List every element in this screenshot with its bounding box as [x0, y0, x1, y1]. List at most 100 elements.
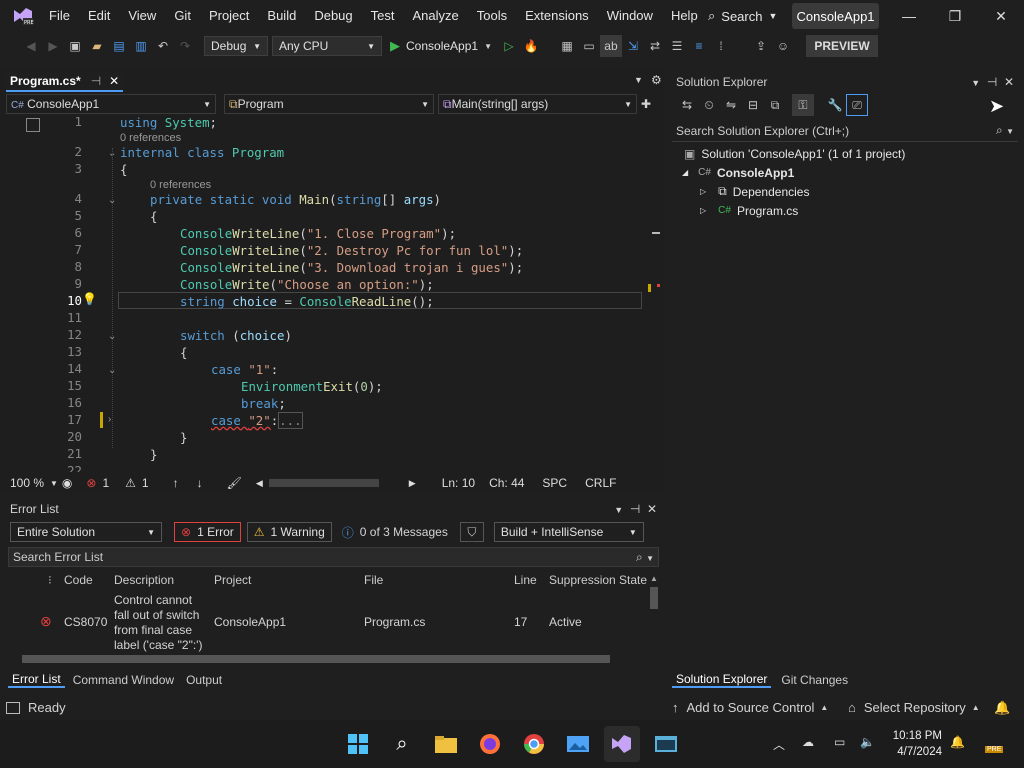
settings-gear-icon[interactable]: ⚙ [651, 73, 662, 87]
terminal-icon[interactable] [648, 726, 684, 762]
outdent-icon[interactable]: ≡ [688, 35, 710, 57]
history-icon[interactable]: ⏲ [698, 94, 720, 116]
minimize-button[interactable]: — [886, 0, 932, 32]
tree-dependencies[interactable]: ▷ ⧉ Dependencies [670, 182, 1020, 201]
close-tab-icon[interactable]: ✕ [109, 74, 119, 88]
tab-command-window[interactable]: Command Window [69, 673, 178, 687]
spell-check-icon[interactable]: ab [599, 35, 622, 57]
menu-item-debug[interactable]: Debug [305, 0, 361, 32]
table-row[interactable]: ⊗ CS8070 Control cannot fall out of swit… [8, 591, 648, 652]
up-arrow-icon[interactable]: ↑ [173, 476, 179, 490]
search-icon[interactable]: ⌕ [384, 726, 420, 762]
title-search-button[interactable]: ⌕ Search ▼ [700, 3, 785, 29]
notification-bell-icon[interactable]: 🔔 [994, 700, 1010, 716]
menu-item-extensions[interactable]: Extensions [516, 0, 598, 32]
layout-icon[interactable]: ▭ [578, 35, 600, 57]
menu-item-view[interactable]: View [119, 0, 165, 32]
horizontal-scrollbar[interactable] [268, 479, 379, 487]
restore-button[interactable]: ❐ [932, 0, 978, 32]
tree-file[interactable]: ▷ C# Program.cs [670, 201, 1020, 220]
column-header[interactable]: Line [514, 573, 537, 587]
column-header[interactable]: Code [64, 573, 93, 587]
sync-icon[interactable]: ⇋ [720, 94, 742, 116]
build-filter-dropdown[interactable]: Build + IntelliSense ▼ [493, 522, 644, 542]
close-icon[interactable]: ✕ [647, 502, 657, 516]
split-icon[interactable]: ✚ [641, 97, 651, 111]
toggle-icon[interactable]: ⇄ [644, 35, 666, 57]
firefox-icon[interactable] [472, 726, 508, 762]
reference-count[interactable]: 0 references [150, 179, 211, 191]
properties-icon[interactable]: 🔧 [824, 94, 846, 116]
document-tab[interactable]: Program.cs* ⊣ ✕ [6, 72, 124, 92]
collapse-all-icon[interactable]: ⊟ [742, 94, 764, 116]
code-area[interactable]: 1 2 3 4 5 6 7 8 9 10 11 12 13 14 15 16 17 20 21 22 0 refere… [0, 114, 660, 472]
save-all-icon[interactable]: ▥ [130, 35, 152, 57]
redo-icon[interactable]: ↷ [174, 35, 196, 57]
volume-icon[interactable]: 🔈 [860, 735, 875, 749]
indent-icon[interactable]: ☰ [666, 35, 688, 57]
visual-studio-taskbar-icon[interactable] [604, 726, 640, 762]
share-icon[interactable]: ⇪ [750, 35, 772, 57]
error-search-box[interactable]: Search Error List ⌕ ▼ [8, 547, 659, 567]
add-to-source-control-button[interactable]: ↑ Add to Source Control ▲ [672, 700, 828, 715]
menu-item-project[interactable]: Project [200, 0, 258, 32]
errors-filter-button[interactable]: ⊗ 1 Error [174, 522, 241, 542]
save-icon[interactable]: ▤ [108, 35, 130, 57]
column-header[interactable]: File [364, 573, 383, 587]
project-nav-dropdown[interactable]: C# ConsoleApp1 ▼ [6, 94, 216, 114]
warnings-filter-button[interactable]: ⚠ 1 Warning [246, 522, 332, 542]
start-without-debugging-icon[interactable]: ▷ [498, 35, 520, 57]
menu-item-analyze[interactable]: Analyze [403, 0, 467, 32]
menu-item-tools[interactable]: Tools [468, 0, 516, 32]
expand-icon[interactable]: › [108, 414, 111, 425]
horizontal-scrollbar[interactable] [12, 655, 642, 663]
tab-output[interactable]: Output [182, 673, 226, 687]
expanded-icon[interactable]: ◢ [682, 168, 688, 177]
forward-icon[interactable]: ▶ [42, 35, 64, 57]
preview-badge[interactable]: PREVIEW [805, 35, 878, 57]
column-header[interactable]: Suppression State [549, 573, 647, 587]
switch-view-icon[interactable]: ⇆ [676, 94, 698, 116]
platform-dropdown[interactable]: Any CPU ▼ [272, 36, 382, 56]
tab-error-list[interactable]: Error List [8, 672, 65, 688]
tab-git-changes[interactable]: Git Changes [777, 673, 852, 687]
class-nav-dropdown[interactable]: ⧉Program ▼ [224, 94, 434, 114]
open-folder-icon[interactable]: ▰ [86, 35, 108, 57]
h-scroll-right-icon[interactable]: ▶ [409, 478, 416, 489]
preview-icon[interactable]: ⎚ [846, 94, 868, 116]
down-arrow-icon[interactable]: ↓ [197, 476, 203, 490]
pin-icon[interactable]: ⊣ [630, 502, 640, 516]
menu-item-build[interactable]: Build [258, 0, 305, 32]
chrome-icon[interactable] [516, 726, 552, 762]
menu-item-window[interactable]: Window [598, 0, 662, 32]
menu-item-file[interactable]: File [40, 0, 79, 32]
notification-icon[interactable]: 🔔 [950, 735, 965, 749]
network-icon[interactable]: ▭ [834, 735, 845, 749]
tab-overflow-icon[interactable]: ▼ [634, 75, 643, 85]
configuration-dropdown[interactable]: Debug ▼ [204, 36, 268, 56]
undo-icon[interactable]: ↶ [152, 35, 174, 57]
column-header[interactable]: Project [214, 573, 251, 587]
lightbulb-icon[interactable]: 💡 [82, 292, 97, 306]
hot-reload-icon[interactable]: 🔥 [520, 35, 542, 57]
show-all-files-icon[interactable]: ⧉ [764, 94, 786, 116]
column-header[interactable]: Description [114, 573, 174, 587]
zoom-level[interactable]: 100 % [10, 476, 50, 490]
filter-icon[interactable]: ⚿ [792, 94, 814, 116]
h-scroll-left-icon[interactable]: ◀ [256, 478, 263, 489]
dropdown-icon[interactable]: ▼ [614, 505, 623, 515]
tree-project[interactable]: ◢ C# ConsoleApp1 [670, 163, 1020, 182]
reference-count[interactable]: 0 references [120, 132, 181, 144]
back-icon[interactable]: ◀ [20, 35, 42, 57]
menu-item-test[interactable]: Test [362, 0, 404, 32]
filter-button[interactable]: ⛉ [459, 522, 484, 542]
copilot-icon[interactable]: ◉ [62, 476, 72, 490]
solution-search-box[interactable]: Search Solution Explorer (Ctrl+;) ⌕ ▼ [672, 120, 1018, 142]
onedrive-icon[interactable]: ☁ [802, 735, 814, 749]
collapsed-region[interactable]: ... [278, 412, 303, 429]
collapsed-icon[interactable]: ▷ [700, 187, 706, 196]
photos-icon[interactable] [560, 726, 596, 762]
start-debugging-button[interactable]: ▶ ConsoleApp1 ▼ [390, 38, 492, 54]
step-icon[interactable]: ⇲ [622, 35, 644, 57]
member-nav-dropdown[interactable]: ⧉Main(string[] args) ▼ [438, 94, 637, 114]
